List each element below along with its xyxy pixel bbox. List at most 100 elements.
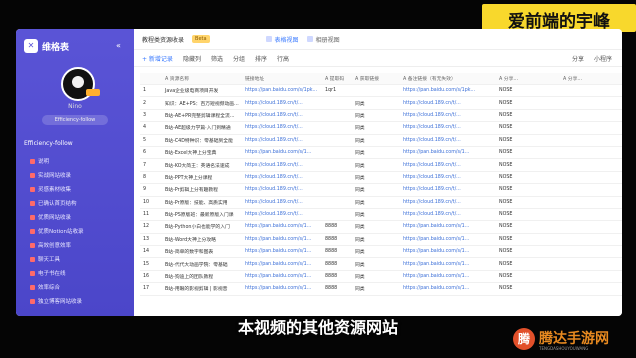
table-cell[interactable]	[560, 134, 622, 147]
tab-grid-view[interactable]: 表格视图	[265, 35, 299, 44]
sidebar-item[interactable]: 电子书在线	[30, 266, 130, 280]
table-cell[interactable]: 8888	[322, 233, 352, 247]
table-cell[interactable]: B站-Excel大神上分宝典	[162, 146, 242, 160]
table-cell[interactable]: https://pan.baidu.com/s/1...	[242, 245, 322, 259]
table-cell[interactable]: 8888	[322, 245, 352, 259]
table-cell[interactable]: https://cloud.189.cn/t/...	[400, 96, 496, 110]
table-cell[interactable]	[560, 171, 622, 185]
table-cell[interactable]: 同类	[352, 220, 400, 234]
table-cell[interactable]	[322, 171, 352, 185]
table-cell[interactable]: 同类	[352, 96, 400, 110]
table-cell[interactable]: https://cloud.189.cn/t/...	[242, 121, 322, 135]
column-header[interactable]: A 获取链接	[352, 73, 400, 85]
table-cell[interactable]	[322, 158, 352, 172]
table-cell[interactable]: 同类	[352, 208, 400, 222]
table-cell[interactable]	[560, 233, 622, 247]
add-record-button[interactable]: + 新增记录	[142, 54, 173, 63]
table-cell[interactable]	[560, 282, 622, 296]
sidebar-item[interactable]: 实战网站收录	[30, 168, 130, 182]
table-cell[interactable]: 同类	[352, 158, 400, 172]
table-cell[interactable]: https://cloud.189.cn/t/...	[400, 158, 496, 172]
table-cell[interactable]: Java企业级电商项目开发	[162, 84, 242, 98]
sidebar-item[interactable]: 独立博客网站收录	[30, 294, 130, 308]
table-row[interactable]: 7 B站-KO大简王：英语名法速成 https://cloud.189.cn/t/.…	[140, 158, 622, 172]
table-cell[interactable]	[560, 109, 622, 123]
table-cell[interactable]: NOSE	[496, 109, 560, 123]
table-cell[interactable]: https://cloud.189.cn/t/...	[242, 208, 322, 222]
table-cell[interactable]: https://pan.baidu.com/s/1...	[242, 220, 322, 234]
column-header[interactable]: A 资源名称	[162, 73, 242, 85]
sheet-title[interactable]: 教程类资源收录	[142, 35, 184, 44]
table-cell[interactable]: 4	[140, 121, 162, 135]
table-cell[interactable]: https://cloud.189.cn/t/...	[242, 158, 322, 172]
column-header[interactable]: A 分享…	[560, 73, 622, 85]
table-row[interactable]: 15 B站-代代大动画学院：零基础 https://pan.baidu.com/s/…	[140, 257, 622, 271]
table-cell[interactable]: https://cloud.189.cn/t/...	[400, 134, 496, 147]
table-cell[interactable]: https://cloud.189.cn/t/...	[400, 183, 496, 197]
table-cell[interactable]: B站-Pr原版：技能、高质实用	[162, 196, 242, 209]
row-height-button[interactable]: 行高	[277, 54, 289, 63]
sort-button[interactable]: 排序	[255, 54, 267, 63]
sidebar-item[interactable]: 高效创意效率	[30, 238, 130, 252]
column-header[interactable]	[140, 73, 162, 85]
table-cell[interactable]: https://pan.baidu.com/s/1...	[242, 257, 322, 271]
table-cell[interactable]: 8888	[322, 257, 352, 271]
table-cell[interactable]: B站-KO大简王：英语名法速成	[162, 158, 242, 172]
table-cell[interactable]: https://pan.baidu.com/s/1...	[400, 233, 496, 247]
table-cell[interactable]: https://cloud.189.cn/t/...	[242, 183, 322, 197]
sidebar-item[interactable]: 说明	[30, 154, 130, 168]
table-cell[interactable]: 13	[140, 233, 162, 247]
table-cell[interactable]: 9	[140, 183, 162, 197]
sidebar-item[interactable]: 优质网站收录	[30, 210, 130, 224]
table-row[interactable]: 9 B站-Pr剪辑上分有趣教程 https://cloud.189.cn/t/...…	[140, 183, 622, 197]
table-cell[interactable]	[322, 134, 352, 147]
table-cell[interactable]: https://pan.baidu.com/s/1...	[400, 270, 496, 284]
table-cell[interactable]: B站-Pr剪辑上分有趣教程	[162, 183, 242, 197]
table-cell[interactable]: B站-AE+PR完整剪辑课程全流程+素材	[162, 109, 242, 123]
table-cell[interactable]	[352, 84, 400, 98]
table-cell[interactable]	[322, 96, 352, 110]
table-cell[interactable]	[322, 146, 352, 160]
table-cell[interactable]: NOSE	[496, 270, 560, 284]
table-cell[interactable]: 1qr1	[322, 84, 352, 98]
table-cell[interactable]: NOSE	[496, 220, 560, 234]
table-cell[interactable]	[560, 257, 622, 271]
table-cell[interactable]: https://pan.baidu.com/s/1pk...	[242, 84, 322, 98]
group-button[interactable]: 分组	[233, 54, 245, 63]
sidebar-item[interactable]: 效率综合	[30, 280, 130, 294]
table-cell[interactable]: https://pan.baidu.com/s/1...	[242, 270, 322, 284]
table-cell[interactable]: https://cloud.189.cn/t/...	[400, 208, 496, 222]
table-cell[interactable]: 同类	[352, 257, 400, 271]
table-cell[interactable]: 同类	[352, 245, 400, 259]
table-cell[interactable]: B站-AE超级力学篇·入门到精通	[162, 121, 242, 135]
table-row[interactable]: 11 B站-PS原版班：最新原版入门课 https://cloud.189.cn/t…	[140, 208, 622, 222]
table-cell[interactable]: https://cloud.189.cn/t/...	[400, 109, 496, 123]
hide-columns-button[interactable]: 隐藏列	[183, 54, 201, 63]
table-cell[interactable]: 同类	[352, 196, 400, 209]
table-cell[interactable]: https://cloud.189.cn/t/...	[242, 134, 322, 147]
table-cell[interactable]	[560, 158, 622, 172]
table-cell[interactable]: https://pan.baidu.com/s/1pk...	[400, 84, 496, 98]
table-cell[interactable]: NOSE	[496, 257, 560, 271]
table-cell[interactable]: NOSE	[496, 171, 560, 185]
table-cell[interactable]: https://pan.baidu.com/s/1...	[400, 220, 496, 234]
table-cell[interactable]	[560, 220, 622, 234]
table-cell[interactable]: https://pan.baidu.com/s/1...	[242, 282, 322, 296]
table-cell[interactable]: https://pan.baidu.com/s/1...	[400, 245, 496, 259]
table-cell[interactable]	[560, 96, 622, 110]
table-cell[interactable]: https://pan.baidu.com/s/1...	[400, 257, 496, 271]
sidebar-item[interactable]: 聊天工具	[30, 252, 130, 266]
table-cell[interactable]: https://pan.baidu.com/s/1...	[400, 146, 496, 160]
table-cell[interactable]	[560, 183, 622, 197]
table-cell[interactable]: https://cloud.189.cn/t/...	[400, 196, 496, 209]
collapse-icon[interactable]: «	[116, 41, 121, 50]
user-space-pill[interactable]: Efficiency-follow	[42, 115, 108, 125]
table-cell[interactable]: 知识：AE+PS：百万短视频动画制作	[162, 96, 242, 110]
table-row[interactable]: 10 B站-Pr原版：技能、高质实用 https://cloud.189.cn/t/…	[140, 196, 622, 209]
sidebar-item[interactable]: 已确认首页结构	[30, 196, 130, 210]
table-cell[interactable]: B站-用眼的影视剪辑 | 影视音	[162, 282, 242, 296]
table-cell[interactable]: B站-代代大动画学院：零基础	[162, 257, 242, 271]
table-cell[interactable]: 12	[140, 220, 162, 234]
table-cell[interactable]	[322, 196, 352, 209]
table-cell[interactable]: 同类	[352, 171, 400, 185]
